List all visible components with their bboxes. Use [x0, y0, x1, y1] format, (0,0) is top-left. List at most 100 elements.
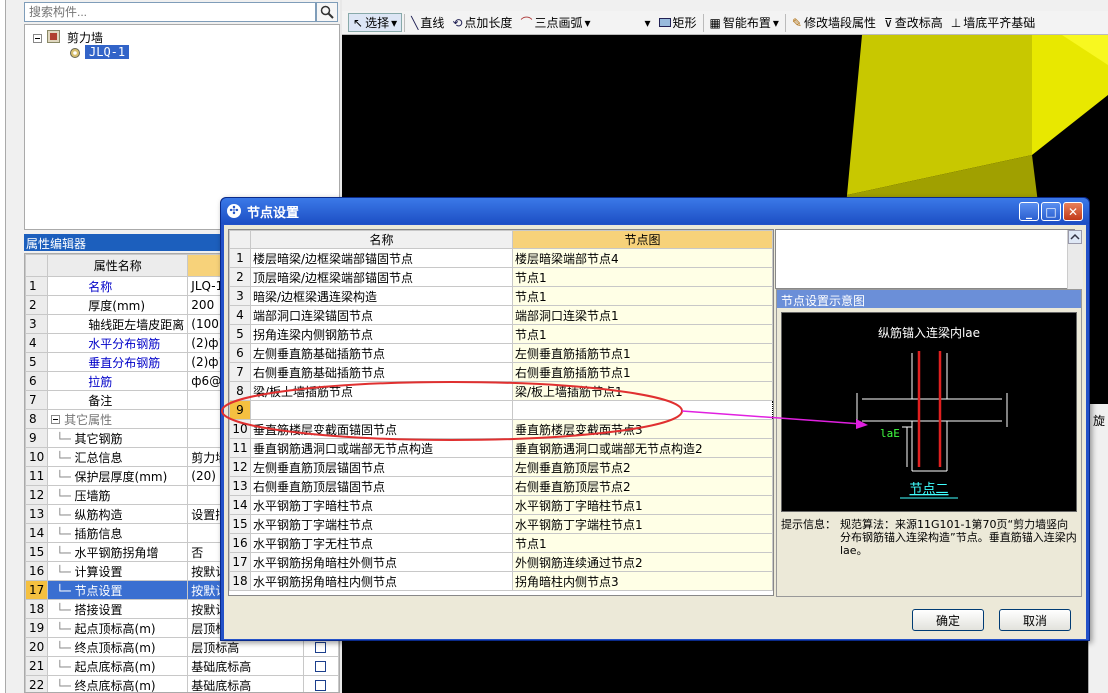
property-row[interactable]: 21 └─ 起点底标高(m) 基础底标高 — [25, 656, 339, 676]
row-number: 11 — [25, 466, 49, 486]
tree-collapse-icon[interactable] — [33, 32, 42, 46]
node-value[interactable]: 端部洞口连梁节点1 — [512, 305, 773, 325]
property-name: └─ 水平钢筋拐角增 — [47, 542, 189, 562]
property-name-text: 其它钢筋 — [74, 431, 123, 446]
style-dropdown[interactable]: ▾ — [595, 16, 655, 30]
node-row[interactable]: 5 拐角连梁内侧钢筋节点 节点1 — [229, 324, 773, 344]
node-row[interactable]: 7 右侧垂直筋基础插筋节点 右侧垂直筋插筋节点1 — [229, 362, 773, 382]
node-value[interactable]: 右侧垂直筋插筋节点1 — [512, 362, 773, 382]
select-tool-button[interactable]: ↖ 选择 ▾ — [348, 13, 403, 32]
node-name: 端部洞口连梁锚固节点 — [250, 305, 513, 325]
maximize-button[interactable]: □ — [1041, 202, 1061, 221]
node-row[interactable]: 3 暗梁/边框梁遇连梁构造 节点1 — [229, 286, 773, 306]
node-value[interactable]: 节点1 — [512, 267, 773, 287]
chevron-down-icon: ▾ — [584, 15, 591, 30]
vertical-scrollbar[interactable] — [1067, 230, 1083, 290]
search-button[interactable] — [316, 2, 338, 22]
property-name-text: 厚度(mm) — [88, 298, 146, 313]
node-row[interactable]: 16 水平钢筋丁字无柱节点 节点1 — [229, 533, 773, 553]
node-row[interactable]: 6 左侧垂直筋基础插筋节点 左侧垂直筋插筋节点1 — [229, 343, 773, 363]
align-bottom-button[interactable]: ⊥ 墙底平齐基础 — [947, 14, 1039, 31]
node-row[interactable]: 2 顶层暗梁/边框梁端部锚固节点 节点1 — [229, 267, 773, 287]
point-length-button[interactable]: ⟲ 点加长度 — [448, 14, 516, 31]
minimize-button[interactable]: _ — [1019, 202, 1039, 221]
node-row[interactable]: 11 垂直钢筋遇洞口或端部无节点构造 垂直钢筋遇洞口或端部无节点构造2 — [229, 438, 773, 458]
rect-icon — [658, 18, 671, 27]
row-number: 2 — [25, 295, 49, 315]
property-value[interactable]: 基础底标高 — [187, 675, 304, 692]
node-row[interactable]: 9 连梁上墙插筋节点 节点2 — [229, 400, 773, 420]
tree-item-shear-wall[interactable]: 剪力墙 — [67, 29, 103, 46]
node-name: 右侧垂直筋顶层锚固节点 — [250, 476, 513, 496]
node-value[interactable]: 节点1 — [512, 286, 773, 306]
node-name: 暗梁/边框梁遇连梁构造 — [250, 286, 513, 306]
node-row[interactable]: 15 水平钢筋丁字端柱节点 水平钢筋丁字端柱节点1 — [229, 514, 773, 534]
ok-button[interactable]: 确定 — [912, 609, 984, 631]
search-icon — [320, 5, 334, 19]
drawing-toolbar: ↖ 选择 ▾ ╲ 直线 ⟲ 点加长度 ⌒ 三点画弧 ▾ ▾ 矩形 ▦ 智能布置 ▾ ✎ 修改墙段属… — [342, 11, 1108, 35]
node-value[interactable]: 节点2 — [512, 400, 773, 420]
arc-tool-button[interactable]: ⌒ 三点画弧 ▾ — [516, 14, 594, 31]
node-row[interactable]: 10 垂直筋楼层变截面锚固节点 垂直筋楼层变截面节点3 — [229, 419, 773, 439]
row-number: 16 — [229, 533, 251, 553]
property-name: └─ 保护层厚度(mm) — [47, 466, 189, 486]
node-value[interactable]: 水平钢筋丁字暗柱节点1 — [512, 495, 773, 515]
property-row[interactable]: 22 └─ 终点底标高(m) 基础底标高 — [25, 675, 339, 692]
row-number: 18 — [25, 599, 49, 619]
node-row[interactable]: 18 水平钢筋拐角暗柱内侧节点 拐角暗柱内侧节点3 — [229, 571, 773, 591]
diagram-caption: 节点二 — [909, 482, 948, 497]
node-name: 水平钢筋丁字暗柱节点 — [250, 495, 513, 515]
node-row[interactable]: 8 梁/板上墙插筋节点 梁/板上墙插筋节点1 — [229, 381, 773, 401]
property-name: └─ 纵筋构造 — [47, 504, 189, 524]
node-value[interactable]: 梁/板上墙插筋节点1 — [512, 381, 773, 401]
node-value[interactable]: 外侧钢筋连续通过节点2 — [512, 552, 773, 572]
cancel-button[interactable]: 取消 — [999, 609, 1071, 631]
rect-tool-button[interactable]: 矩形 — [655, 14, 701, 31]
tree-item-jlq1[interactable]: JLQ-1 — [85, 45, 130, 59]
line-tool-button[interactable]: ╲ 直线 — [407, 14, 448, 31]
node-value[interactable]: 垂直钢筋遇洞口或端部无节点构造2 — [512, 438, 773, 458]
collapse-icon[interactable] — [51, 413, 64, 427]
row-number: 21 — [25, 656, 49, 676]
node-row[interactable]: 17 水平钢筋拐角暗柱外侧节点 外侧钢筋连续通过节点2 — [229, 552, 773, 572]
checkbox[interactable] — [315, 642, 327, 653]
node-value[interactable]: 垂直筋楼层变截面节点3 — [512, 419, 773, 439]
pencil-icon: ✎ — [791, 15, 802, 30]
align-icon: ⊥ — [950, 15, 962, 30]
grid-empty-area — [775, 229, 1075, 289]
node-row[interactable]: 4 端部洞口连梁锚固节点 端部洞口连梁节点1 — [229, 305, 773, 325]
node-row[interactable]: 12 左侧垂直筋顶层锚固节点 左侧垂直筋顶层节点2 — [229, 457, 773, 477]
node-value[interactable]: 左侧垂直筋插筋节点1 — [512, 343, 773, 363]
scroll-up-icon[interactable] — [1068, 230, 1082, 244]
row-number: 13 — [229, 476, 251, 496]
property-name: └─ 起点底标高(m) — [47, 656, 189, 676]
property-value[interactable]: 基础底标高 — [187, 656, 304, 676]
node-value[interactable]: 水平钢筋丁字端柱节点1 — [512, 514, 773, 534]
node-row[interactable]: 1 楼层暗梁/边框梁端部锚固节点 楼层暗梁端部节点4 — [229, 248, 773, 268]
node-row[interactable]: 14 水平钢筋丁字暗柱节点 水平钢筋丁字暗柱节点1 — [229, 495, 773, 515]
node-value[interactable]: 节点1 — [512, 533, 773, 553]
node-name: 水平钢筋丁字端柱节点 — [250, 514, 513, 534]
close-button[interactable]: ✕ — [1063, 202, 1083, 221]
node-value[interactable]: 拐角暗柱内侧节点3 — [512, 571, 773, 591]
row-number: 10 — [25, 447, 49, 467]
checkbox[interactable] — [315, 680, 327, 691]
point-length-icon: ⟲ — [452, 15, 463, 30]
checkbox[interactable] — [315, 661, 327, 672]
property-name-text: 节点设置 — [74, 583, 123, 598]
property-name-text: 轴线距左墙皮距离 — [88, 317, 185, 332]
property-name-text: 起点底标高(m) — [74, 659, 156, 674]
node-value[interactable]: 右侧垂直筋顶层节点2 — [512, 476, 773, 496]
modify-wall-button[interactable]: ✎ 修改墙段属性 — [788, 14, 880, 31]
check-elevation-button[interactable]: ⊽ 查改标高 — [880, 14, 947, 31]
node-value[interactable]: 左侧垂直筋顶层节点2 — [512, 457, 773, 477]
search-input[interactable] — [24, 2, 316, 22]
smart-layout-button[interactable]: ▦ 智能布置 ▾ — [706, 14, 783, 31]
row-number: 12 — [229, 457, 251, 477]
property-name: 垂直分布钢筋 — [47, 352, 189, 372]
node-value[interactable]: 楼层暗梁端部节点4 — [512, 248, 773, 268]
row-number: 6 — [25, 371, 49, 391]
node-value[interactable]: 节点1 — [512, 324, 773, 344]
dialog-titlebar[interactable]: ✣ 节点设置 — [221, 198, 1089, 224]
node-row[interactable]: 13 右侧垂直筋顶层锚固节点 右侧垂直筋顶层节点2 — [229, 476, 773, 496]
